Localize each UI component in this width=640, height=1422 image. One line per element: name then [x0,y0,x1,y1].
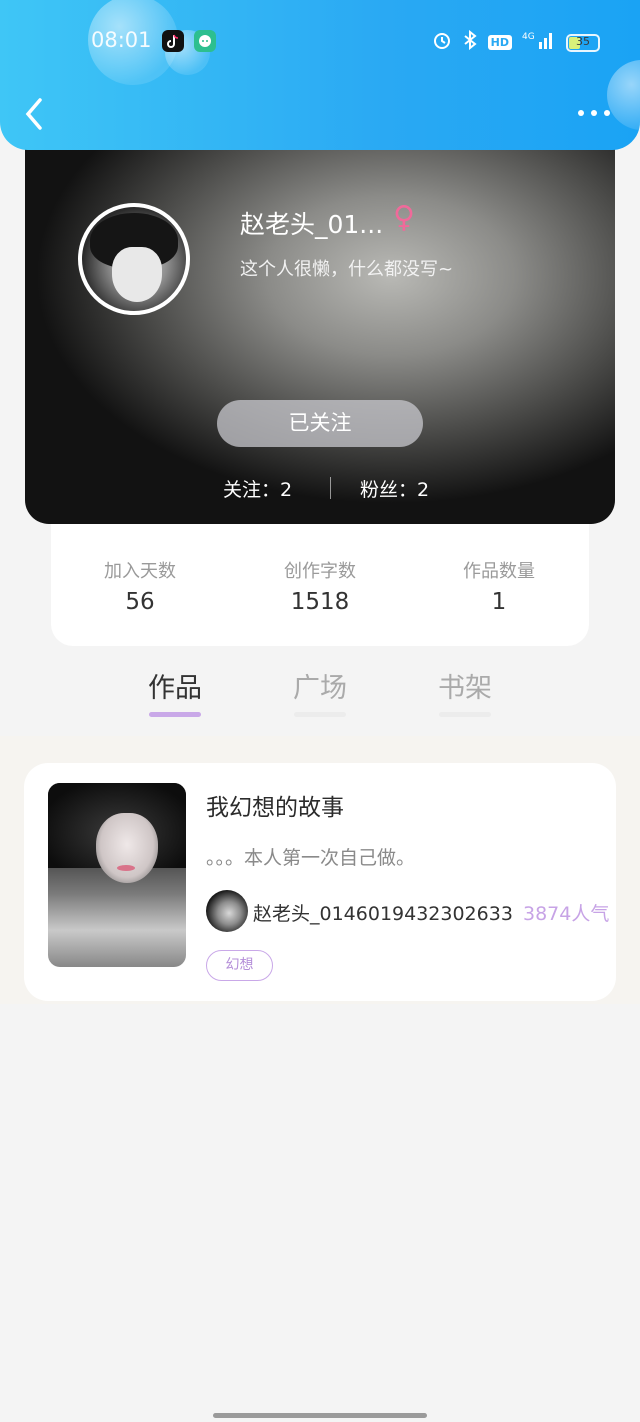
works-list: 我幻想的故事 。。。本人第一次自己做。 赵老头_0146019432302633… [0,736,640,1004]
decorative-bubble [607,60,640,130]
work-description: 。。。本人第一次自己做。 [206,847,416,869]
female-gender-icon: ♀ [393,200,415,235]
top-header: 08:01 HD 4G 35 [0,0,640,150]
status-bar: 08:01 HD 4G 35 [0,28,640,58]
stat-label: 创作字数 [284,561,356,582]
following-count[interactable]: 关注：2 [223,475,292,502]
svg-text:4G: 4G [522,32,535,42]
tab-indicator [294,712,346,717]
stat-join-days: 加入天数 56 [60,557,220,615]
home-indicator [213,1413,427,1418]
tab-works[interactable]: 作品 [130,666,220,705]
author-row: 赵老头_0146019432302633 3874人气 [206,890,616,932]
author-name[interactable]: 赵老头_0146019432302633 [253,899,513,926]
user-bio: 这个人很懒，什么都没写~ [240,259,454,280]
author-avatar[interactable] [206,890,248,932]
tab-square[interactable]: 广场 [275,666,365,705]
status-right: HD 4G 35 [432,29,600,55]
bluetooth-icon [462,29,478,55]
status-time: 08:01 [91,28,152,52]
username: 赵老头_01... [240,210,384,239]
hd-badge: HD [487,35,512,50]
stat-works-count: 作品数量 1 [419,557,579,615]
avatar[interactable] [78,203,190,315]
followers-count[interactable]: 粉丝：2 [360,475,429,502]
stat-value: 56 [125,589,155,615]
stat-label: 作品数量 [463,561,535,582]
stat-value: 1518 [290,589,350,615]
chat-app-icon [194,30,216,52]
profile-card: 赵老头_01... ♀ 这个人很懒，什么都没写~ 已关注 关注：2 粉丝：2 [25,110,615,524]
divider [330,477,331,499]
stat-label: 加入天数 [104,561,176,582]
stats-panel: 加入天数 56 创作字数 1518 作品数量 1 [51,524,589,646]
stat-word-count: 创作字数 1518 [240,557,400,615]
alarm-icon [432,30,452,55]
work-cover-image[interactable] [48,783,186,967]
work-title[interactable]: 我幻想的故事 [206,788,344,822]
tab-bar: 作品 广场 书架 [0,662,640,734]
work-card[interactable]: 我幻想的故事 。。。本人第一次自己做。 赵老头_0146019432302633… [24,763,616,1001]
tiktok-icon [162,30,184,52]
tab-active-indicator [149,712,201,717]
signal-icon: 4G [522,30,556,55]
more-options-button[interactable] [578,110,610,116]
battery-icon: 35 [566,33,600,52]
stat-value: 1 [491,589,507,615]
back-button[interactable] [22,96,52,132]
chevron-left-icon [25,98,42,130]
tab-indicator [439,712,491,717]
follow-counts: 关注：2 粉丝：2 [25,475,615,503]
genre-tag[interactable]: 幻想 [206,950,273,981]
tab-bookshelf[interactable]: 书架 [420,666,510,705]
followed-button[interactable]: 已关注 [217,400,423,447]
popularity-count: 3874人气 [523,903,610,925]
